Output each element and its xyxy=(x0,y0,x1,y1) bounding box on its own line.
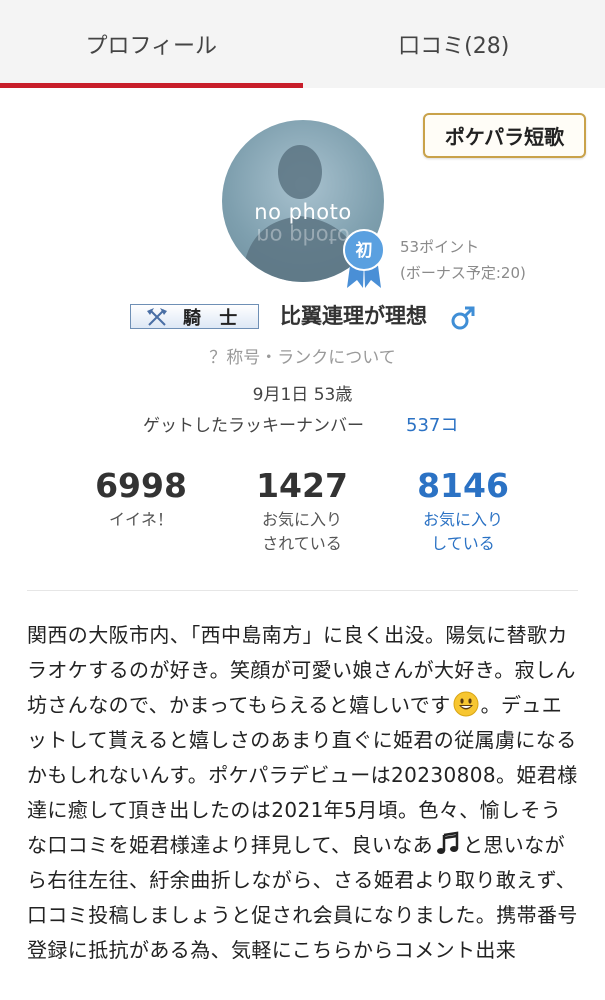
no-photo-label: no photo xyxy=(254,200,352,224)
rank-label: 騎 士 xyxy=(183,307,244,329)
stat-favoriting-value[interactable]: 8146 xyxy=(383,466,543,506)
lucky-number-label: ゲットしたラッキーナンバー xyxy=(143,416,364,436)
stat-favorited-value: 1427 xyxy=(256,466,348,505)
stat-likes-label: イイネ！ xyxy=(108,510,173,529)
title-rank-help-link[interactable]: ？称号・ランクについて xyxy=(0,343,605,368)
first-badge-label: 初 xyxy=(355,241,373,261)
pokepara-tanka-button[interactable]: ポケパラ短歌 xyxy=(423,113,586,158)
points-info: 53ポイント (ボーナス予定:20) xyxy=(400,234,526,286)
tab-reviews[interactable]: 口コミ(28) xyxy=(303,0,605,88)
lucky-number-value[interactable]: 537コ xyxy=(406,411,458,437)
music-note-icon xyxy=(437,831,459,854)
points-current: 53ポイント xyxy=(400,238,480,256)
points-bonus: (ボーナス予定:20) xyxy=(400,264,526,282)
stat-likes-value: 6998 xyxy=(95,466,187,505)
stat-likes: 6998 イイネ！ xyxy=(61,466,221,532)
stat-favorited-label-1: お気に入り xyxy=(261,510,342,529)
tab-profile[interactable]: プロフィール xyxy=(0,0,303,88)
smiley-emoji-icon xyxy=(453,691,479,717)
stat-favorited-label-2: されている xyxy=(262,534,342,553)
male-icon xyxy=(451,306,475,330)
profile-tabs: プロフィール 口コミ(28) xyxy=(0,0,605,88)
profile-bio: 関西の大阪市内、「西中島南方」に良く出没。陽気に替歌カラオケするのが好き。笑顔が… xyxy=(27,618,578,968)
birthday-age: 9月1日 53歳 xyxy=(252,385,353,405)
divider xyxy=(27,590,578,591)
crossed-axes-icon xyxy=(147,307,167,326)
stat-favoriting-label-1[interactable]: お気に入り xyxy=(383,508,543,532)
user-name: 比翼連理が理想 xyxy=(280,304,427,328)
stat-favorited: 1427 お気に入り されている xyxy=(222,466,382,556)
stat-favoriting[interactable]: 8146 お気に入り している xyxy=(383,466,543,556)
stat-favoriting-label-2[interactable]: している xyxy=(383,532,543,556)
rank-badge: 騎 士 xyxy=(130,304,259,329)
